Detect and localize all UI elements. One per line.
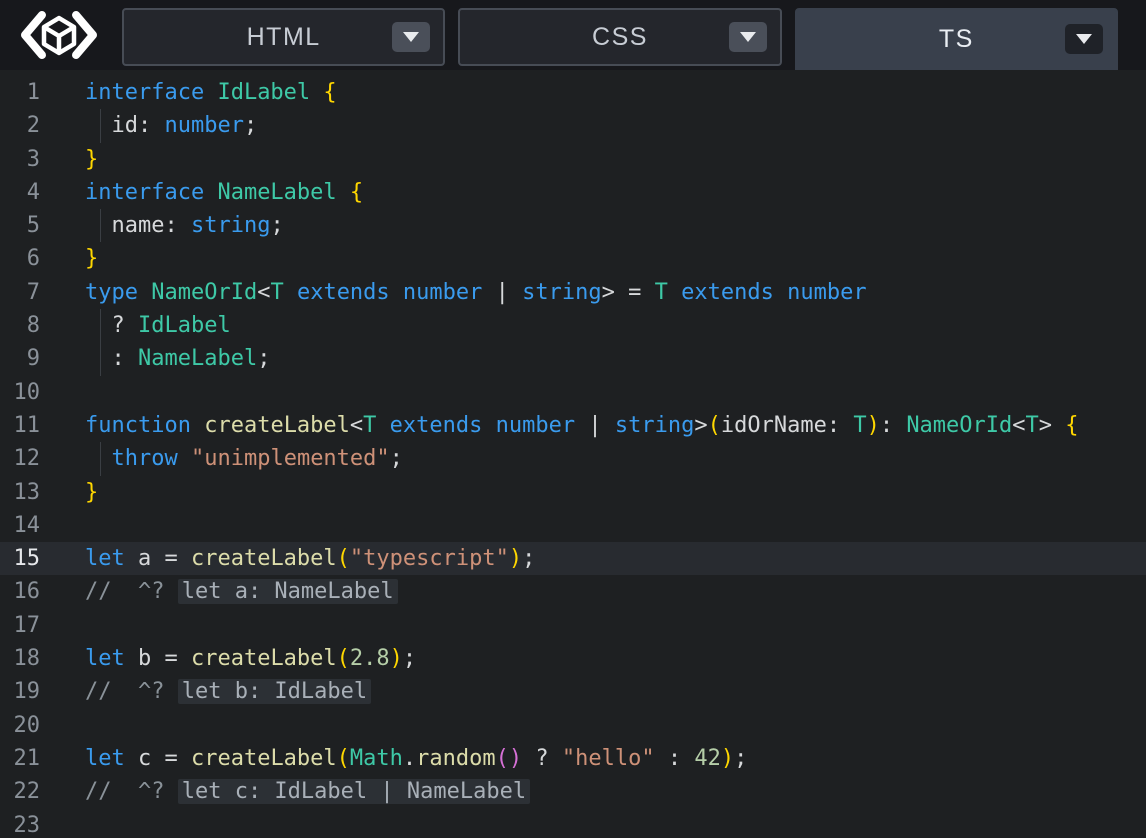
line-number: 2: [0, 109, 40, 142]
logo[interactable]: [0, 0, 117, 70]
line-number: 21: [0, 742, 40, 775]
line-number: 6: [0, 242, 40, 275]
tab-dropdown-button[interactable]: [392, 22, 430, 52]
code-line[interactable]: 13}: [0, 476, 1146, 509]
code-text: // ^? let b: IdLabel: [40, 675, 1146, 708]
code-line[interactable]: 1interface IdLabel {: [0, 76, 1146, 109]
code-text: id: number;: [40, 109, 1146, 142]
header: HTML CSS TS: [0, 0, 1146, 70]
twoslash-query-result: let b: IdLabel: [178, 679, 371, 704]
code-line[interactable]: 11function createLabel<T extends number …: [0, 409, 1146, 442]
code-text: [40, 509, 1146, 542]
line-number: 7: [0, 276, 40, 309]
code-text: // ^? let a: NameLabel: [40, 575, 1146, 608]
tab-css[interactable]: CSS: [458, 8, 781, 66]
chevron-down-icon: [740, 32, 756, 42]
code-text: : NameLabel;: [40, 342, 1146, 375]
code-line[interactable]: 5 name: string;: [0, 209, 1146, 242]
code-line[interactable]: 10: [0, 376, 1146, 409]
line-number: 19: [0, 675, 40, 708]
code-line[interactable]: 9 : NameLabel;: [0, 342, 1146, 375]
code-line[interactable]: 7type NameOrId<T extends number | string…: [0, 276, 1146, 309]
line-number: 23: [0, 809, 40, 838]
twoslash-query-result: let c: IdLabel | NameLabel: [178, 779, 530, 804]
code-line[interactable]: 18let b = createLabel(2.8);: [0, 642, 1146, 675]
tab-label: HTML: [247, 23, 321, 52]
code-text: throw "unimplemented";: [40, 442, 1146, 475]
code-text: }: [40, 143, 1146, 176]
line-number: 8: [0, 309, 40, 342]
code-line[interactable]: 4interface NameLabel {: [0, 176, 1146, 209]
code-line[interactable]: 6}: [0, 242, 1146, 275]
code-text: ? IdLabel: [40, 309, 1146, 342]
line-number: 1: [0, 76, 40, 109]
code-text: [40, 376, 1146, 409]
line-number: 11: [0, 409, 40, 442]
code-text: }: [40, 242, 1146, 275]
tab-dropdown-button[interactable]: [1065, 24, 1103, 54]
line-number: 5: [0, 209, 40, 242]
code-text: // ^? let c: IdLabel | NameLabel: [40, 775, 1146, 808]
code-text: [40, 709, 1146, 742]
code-text: name: string;: [40, 209, 1146, 242]
tab-dropdown-button[interactable]: [729, 22, 767, 52]
code-line[interactable]: 22// ^? let c: IdLabel | NameLabel: [0, 775, 1146, 808]
code-editor[interactable]: 1interface IdLabel {2 id: number;3}4inte…: [0, 70, 1146, 838]
code-line[interactable]: 15let a = createLabel("typescript");: [0, 542, 1146, 575]
code-text: [40, 609, 1146, 642]
tab-bar: HTML CSS TS: [117, 0, 1146, 70]
code-text: function createLabel<T extends number | …: [40, 409, 1146, 442]
code-text: interface IdLabel {: [40, 76, 1146, 109]
chevron-down-icon: [403, 32, 419, 42]
code-line[interactable]: 14: [0, 509, 1146, 542]
line-number: 14: [0, 509, 40, 542]
code-text: let c = createLabel(Math.random() ? "hel…: [40, 742, 1146, 775]
line-number: 18: [0, 642, 40, 675]
line-number: 17: [0, 609, 40, 642]
code-text: let b = createLabel(2.8);: [40, 642, 1146, 675]
code-cube-icon: [19, 8, 99, 62]
line-number: 22: [0, 775, 40, 808]
tab-label: TS: [939, 25, 974, 54]
code-text: }: [40, 476, 1146, 509]
chevron-down-icon: [1076, 34, 1092, 44]
line-number: 15: [0, 542, 40, 575]
code-text: let a = createLabel("typescript");: [40, 542, 1146, 575]
code-line[interactable]: 21let c = createLabel(Math.random() ? "h…: [0, 742, 1146, 775]
twoslash-query-result: let a: NameLabel: [178, 579, 398, 604]
code-line[interactable]: 23: [0, 809, 1146, 838]
code-line[interactable]: 3}: [0, 143, 1146, 176]
tab-ts[interactable]: TS: [795, 8, 1118, 70]
line-number: 9: [0, 342, 40, 375]
line-number: 20: [0, 709, 40, 742]
code-line[interactable]: 16// ^? let a: NameLabel: [0, 575, 1146, 608]
line-number: 4: [0, 176, 40, 209]
code-line[interactable]: 2 id: number;: [0, 109, 1146, 142]
code-line[interactable]: 8 ? IdLabel: [0, 309, 1146, 342]
line-number: 12: [0, 442, 40, 475]
code-text: [40, 809, 1146, 838]
code-line[interactable]: 19// ^? let b: IdLabel: [0, 675, 1146, 708]
code-text: type NameOrId<T extends number | string>…: [40, 276, 1146, 309]
line-number: 10: [0, 376, 40, 409]
line-number: 13: [0, 476, 40, 509]
code-line[interactable]: 12 throw "unimplemented";: [0, 442, 1146, 475]
tab-label: CSS: [592, 23, 648, 52]
code-line[interactable]: 20: [0, 709, 1146, 742]
line-number: 16: [0, 575, 40, 608]
tab-html[interactable]: HTML: [122, 8, 445, 66]
line-number: 3: [0, 143, 40, 176]
code-text: interface NameLabel {: [40, 176, 1146, 209]
code-line[interactable]: 17: [0, 609, 1146, 642]
